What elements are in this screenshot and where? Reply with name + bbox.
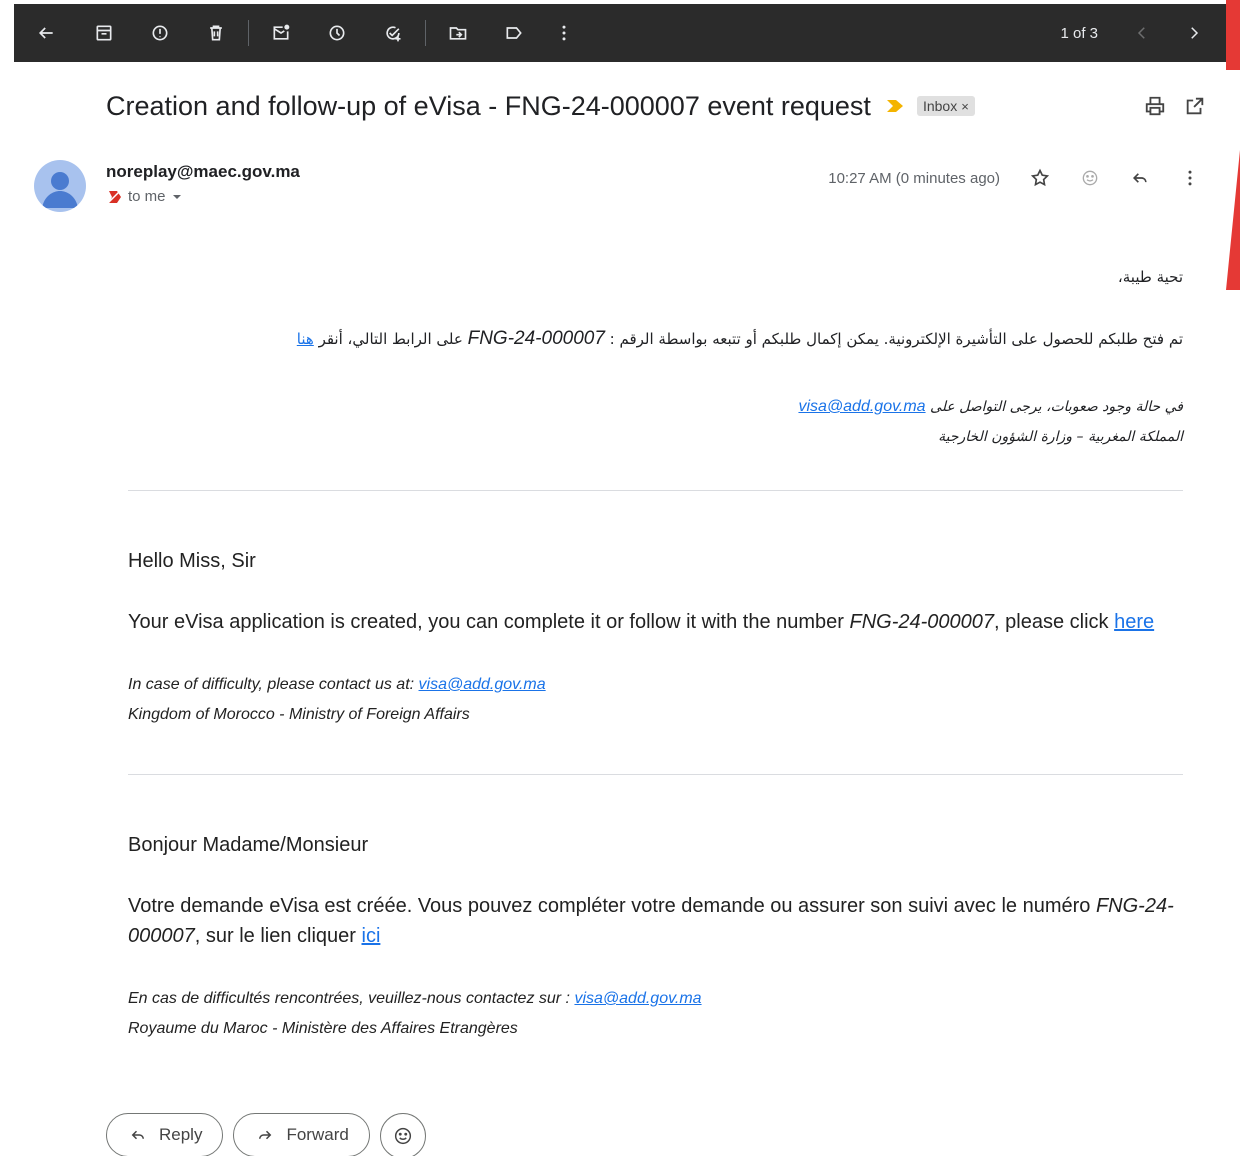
arabic-paragraph: تم فتح طلبكم للحصول على التأشيرة الإلكتر… — [128, 328, 1183, 350]
french-signature: Royaume du Maroc - Ministère des Affaire… — [128, 1020, 518, 1037]
english-application-number: FNG-24-000007 — [849, 611, 995, 633]
english-signature: Kingdom of Morocco - Ministry of Foreign… — [128, 706, 470, 723]
more-vert-icon[interactable] — [1170, 158, 1210, 198]
section-divider — [128, 490, 1183, 491]
english-contact: In case of difficulty, please contact us… — [128, 670, 1188, 730]
to-me-label: to me — [128, 188, 166, 205]
english-paragraph: Your eVisa application is created, you c… — [128, 607, 1188, 637]
sender-avatar[interactable] — [34, 160, 86, 212]
star-icon[interactable] — [1020, 158, 1060, 198]
reply-icon[interactable] — [1120, 158, 1160, 198]
arabic-application-number: FNG-24-000007 — [467, 328, 605, 349]
reply-button-label: Reply — [159, 1125, 203, 1144]
reply-button[interactable]: Reply — [106, 1113, 224, 1156]
smiley-icon — [394, 1127, 411, 1145]
english-contact-line: In case of difficulty, please contact us… — [128, 670, 1188, 700]
open-in-new-window-icon[interactable] — [1184, 95, 1206, 117]
arabic-text-after: على الرابط التالي، أنقر — [313, 330, 468, 348]
arabic-here-link[interactable]: هنا — [297, 330, 314, 348]
french-contact: En cas de difficultés rencontrées, veuil… — [128, 984, 1188, 1044]
mark-unread-icon[interactable] — [261, 13, 301, 53]
arabic-contact: في حالة وجود صعوبات، يرجى التواصل على vi… — [128, 392, 1183, 452]
arabic-text-before: تم فتح طلبكم للحصول على التأشيرة الإلكتر… — [604, 330, 1183, 348]
message-meta: 10:27 AM (0 minutes ago) — [828, 158, 1210, 198]
pager: 1 of 3 — [1060, 13, 1226, 53]
snooze-icon[interactable] — [317, 13, 357, 53]
add-task-icon[interactable] — [373, 13, 413, 53]
reply-icon — [131, 1130, 144, 1140]
not-important-marker-icon[interactable] — [108, 189, 122, 204]
english-greeting: Hello Miss, Sir — [128, 550, 256, 572]
toolbar-separator — [425, 20, 426, 46]
english-here-link[interactable]: here — [1114, 611, 1154, 633]
toolbar-separator — [248, 20, 249, 46]
arabic-signature: المملكة المغربية – وزارة الشؤون الخارجية — [938, 429, 1183, 445]
arabic-contact-email-link[interactable]: visa@add.gov.ma — [798, 398, 925, 415]
french-contact-email-link[interactable]: visa@add.gov.ma — [574, 990, 701, 1007]
remove-label-icon[interactable]: × — [961, 99, 969, 114]
french-text-before: Votre demande eVisa est créée. Vous pouv… — [128, 895, 1096, 917]
forward-button[interactable]: Forward — [233, 1113, 370, 1156]
french-contact-line: En cas de difficultés rencontrées, veuil… — [128, 984, 1188, 1014]
french-here-link[interactable]: ici — [362, 925, 381, 947]
arabic-greeting: تحية طيبة، — [1117, 268, 1183, 286]
email-toolbar: 1 of 3 — [14, 4, 1226, 62]
subject-actions — [1144, 95, 1206, 117]
english-contact-text: In case of difficulty, please contact us… — [128, 676, 419, 693]
message-time: 10:27 AM (0 minutes ago) — [828, 169, 1000, 187]
forward-button-label: Forward — [286, 1125, 349, 1144]
english-text-after: , please click — [994, 611, 1115, 633]
inbox-label-chip[interactable]: Inbox × — [916, 96, 975, 116]
red-edge-top — [1226, 0, 1240, 70]
label-icon[interactable] — [494, 13, 534, 53]
arabic-contact-text: في حالة وجود صعوبات، يرجى التواصل على — [925, 399, 1183, 415]
recipient-details[interactable]: to me — [108, 188, 182, 205]
english-text-before: Your eVisa application is created, you c… — [128, 611, 850, 633]
section-divider — [128, 774, 1183, 775]
delete-icon[interactable] — [196, 13, 236, 53]
inbox-label-text: Inbox — [922, 98, 958, 114]
french-contact-text: En cas de difficultés rencontrées, veuil… — [128, 990, 575, 1007]
move-to-icon[interactable] — [438, 13, 478, 53]
red-edge-mid — [1226, 150, 1240, 290]
emoji-reaction-button[interactable] — [379, 1113, 426, 1156]
message-actions: Reply Forward — [106, 1113, 426, 1156]
sender-email[interactable]: noreplay@maec.gov.ma — [106, 162, 300, 182]
chevron-down-icon[interactable] — [172, 192, 182, 202]
french-greeting: Bonjour Madame/Monsieur — [128, 834, 369, 856]
chevron-left-icon[interactable] — [1122, 13, 1162, 53]
pager-count: 1 of 3 — [1060, 24, 1098, 42]
french-paragraph: Votre demande eVisa est créée. Vous pouv… — [128, 891, 1188, 951]
back-arrow-icon[interactable] — [26, 13, 66, 53]
english-contact-email-link[interactable]: visa@add.gov.ma — [419, 676, 546, 693]
default-avatar-icon — [42, 172, 78, 208]
arabic-contact-line: في حالة وجود صعوبات، يرجى التواصل على vi… — [128, 392, 1183, 422]
chevron-right-icon[interactable] — [1174, 13, 1214, 53]
archive-icon[interactable] — [84, 13, 124, 53]
subject-row: Creation and follow-up of eVisa - FNG-24… — [106, 86, 1206, 126]
french-text-after: , sur le lien cliquer — [194, 925, 362, 947]
more-vert-icon[interactable] — [544, 13, 584, 53]
report-spam-icon[interactable] — [140, 13, 180, 53]
forward-icon — [259, 1130, 272, 1140]
importance-marker-icon[interactable] — [886, 100, 903, 112]
print-icon[interactable] — [1144, 95, 1166, 117]
email-subject: Creation and follow-up of eVisa - FNG-24… — [106, 90, 871, 121]
add-reaction-icon[interactable] — [1070, 158, 1110, 198]
